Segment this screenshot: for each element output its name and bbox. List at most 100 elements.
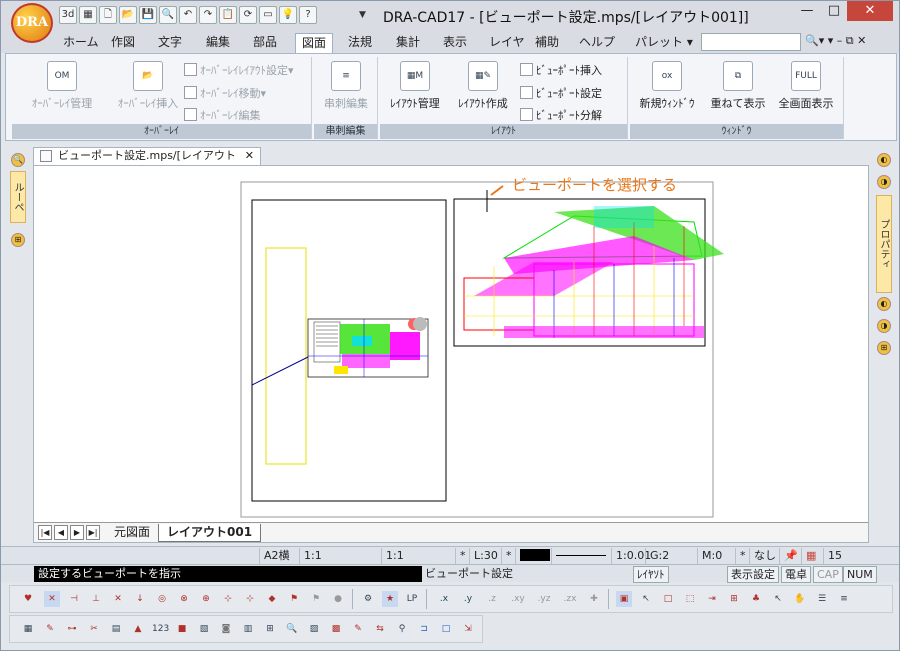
layer-indicator[interactable]: L:30 [469, 548, 501, 564]
snap-center-icon[interactable]: ◎ [154, 591, 170, 607]
viewport-settings-button[interactable]: ﾋﾞｭｰﾎﾟｰﾄ設定 [520, 85, 602, 101]
menu-palette[interactable]: パレット ▾ [629, 33, 699, 53]
group-indicator[interactable]: G:2 [645, 548, 697, 564]
snap-tangent-icon[interactable]: ⊗ [176, 591, 192, 607]
numbering-icon[interactable]: 123 [152, 621, 169, 637]
loupe-icon[interactable]: 🔍 [11, 153, 25, 167]
camera-icon[interactable]: ◙ [218, 621, 234, 637]
trim-icon[interactable]: ✂ [86, 621, 102, 637]
menu-aggregate[interactable]: 集計 [390, 33, 426, 53]
monitor-icon[interactable]: ▭ [259, 6, 277, 24]
paste-icon[interactable]: 📋 [219, 6, 237, 24]
snap-circle-icon[interactable]: ● [330, 591, 346, 607]
menu-lines-icon[interactable]: ≡ [836, 591, 852, 607]
coord-yz-button[interactable]: .yz [532, 591, 556, 607]
app-logo[interactable]: DRA [11, 3, 53, 43]
menu-draw[interactable]: 作図 [105, 33, 141, 53]
coord-zx-button[interactable]: .zx [558, 591, 582, 607]
search-input[interactable] [701, 33, 801, 51]
layer-sort-flag[interactable]: ﾚｲﾔｿﾄ [633, 566, 669, 583]
tab-loupe[interactable]: ルーペ [10, 171, 26, 223]
menu-drawing[interactable]: 図面 [295, 33, 334, 53]
menu-parts[interactable]: 部品 [247, 33, 283, 53]
layer-star[interactable]: * [455, 548, 469, 564]
coord-y-button[interactable]: .y [458, 591, 478, 607]
dotted-select-icon[interactable]: ⬚ [682, 591, 698, 607]
scale-1[interactable]: 1:1 [299, 548, 381, 564]
snap-lp-icon[interactable]: LP [404, 591, 420, 607]
next-sheet-button[interactable]: ▶ [70, 525, 84, 540]
snap-endpoint-icon[interactable]: ✕ [44, 591, 60, 607]
overlay-edit-button[interactable]: ｵｰﾊﾞｰﾚｲ編集 [184, 107, 261, 123]
search-tool-icon[interactable]: 🔍 [284, 621, 300, 637]
table-icon[interactable]: ▥ [240, 621, 256, 637]
fullscreen-button[interactable]: FULL 全画面表示 [772, 61, 840, 111]
box-select-icon[interactable]: □ [660, 591, 676, 607]
tip-icon[interactable]: 💡 [279, 6, 297, 24]
cascade-button[interactable]: ⧉ 重ねて表示 [706, 61, 770, 111]
bracket-icon[interactable]: ⊐ [416, 621, 432, 637]
snap-flag2-icon[interactable]: ⚑ [308, 591, 324, 607]
open-folder-icon[interactable]: 📂 [119, 6, 137, 24]
fence-select-icon[interactable]: ⊞ [726, 591, 742, 607]
pin-icon[interactable]: 📌 [779, 548, 801, 564]
new-window-button[interactable]: ox 新規ｳｨﾝﾄﾞｳ [630, 61, 704, 111]
paper-size[interactable]: A2横 [259, 548, 299, 564]
lines-icon[interactable]: ☰ [814, 591, 830, 607]
transform-icon[interactable]: ⇲ [460, 621, 476, 637]
measure-icon[interactable]: ⊶ [64, 621, 80, 637]
pin-tool-icon[interactable]: ⚲ [394, 621, 410, 637]
tree-icon[interactable]: ♣ [748, 591, 764, 607]
panel-toggle-icon[interactable]: ⊞ [11, 233, 25, 247]
refresh-icon[interactable]: ⟳ [239, 6, 257, 24]
qat-dropdown-icon[interactable]: ▼ [359, 10, 366, 20]
tab-original-drawing[interactable]: 元図面 [106, 524, 158, 542]
display-settings-flag[interactable]: 表示設定 [727, 566, 779, 583]
snap-quadrant-icon[interactable]: ⊕ [198, 591, 214, 607]
arrow-select-icon[interactable]: ↖ [638, 591, 654, 607]
layout-create-button[interactable]: ▦✎ ﾚｲｱｳﾄ作成 [450, 61, 516, 111]
select-icon[interactable]: ▣ [616, 591, 632, 607]
pen-none[interactable]: なし [749, 548, 779, 564]
overlay-insert-button[interactable]: 📂 ｵｰﾊﾞｰﾚｲ挿入 [98, 61, 198, 111]
connect-icon[interactable]: ⇆ [372, 621, 388, 637]
layout-manage-button[interactable]: ▦M ﾚｲｱｳﾄ管理 [382, 61, 448, 111]
layout-canvas[interactable]: ビューポートを選択する [34, 166, 868, 522]
redo-icon[interactable]: ↷ [199, 6, 217, 24]
snap-star-icon[interactable]: ★ [382, 591, 398, 607]
snap-nearest-icon[interactable]: ↓ [132, 591, 148, 607]
sheet-edit-button[interactable]: ≡ 串刺編集 [318, 61, 374, 111]
snap-node-icon[interactable]: ⊹ [242, 591, 258, 607]
snap-settings-icon[interactable]: ⚙ [360, 591, 376, 607]
document-tab[interactable]: ビューポート設定.mps/[レイアウト001] ✕ [33, 147, 261, 178]
snap-intersect-icon[interactable]: ✕ [110, 591, 126, 607]
viewport-insert-button[interactable]: ﾋﾞｭｰﾎﾟｰﾄ挿入 [520, 62, 602, 78]
tab-properties[interactable]: プロパティ [876, 195, 892, 293]
print-preview-icon[interactable]: 🔍 [159, 6, 177, 24]
coord-x-button[interactable]: .x [434, 591, 454, 607]
menu-help[interactable]: ヘルプ [573, 33, 621, 53]
prev-sheet-button[interactable]: ◀ [54, 525, 68, 540]
coord-xy-button[interactable]: .xy [506, 591, 530, 607]
cross-select-icon[interactable]: ⇥ [704, 591, 720, 607]
menu-edit[interactable]: 編集 [200, 33, 236, 53]
snap-flag-icon[interactable]: ⚑ [286, 591, 302, 607]
menu-window-controls[interactable]: 🔍▾ ▾ – ⧉ ✕ [805, 34, 866, 48]
panel-icon-2[interactable]: ◑ [877, 175, 891, 189]
color-swatch[interactable] [515, 548, 551, 564]
menu-layer[interactable]: レイヤ [483, 33, 531, 53]
note-icon[interactable]: ✎ [350, 621, 366, 637]
hatch-icon[interactable]: ▨ [306, 621, 322, 637]
snap-point-icon[interactable]: ⊹ [220, 591, 236, 607]
tab-layout001[interactable]: レイアウト001 [158, 524, 262, 542]
first-sheet-button[interactable]: |◀ [38, 525, 52, 540]
grid-icon[interactable]: ▦ [79, 6, 97, 24]
blocks-icon[interactable]: ▩ [328, 621, 344, 637]
area-icon[interactable]: ▲ [130, 621, 146, 637]
properties-icon[interactable]: ▦ [20, 621, 36, 637]
save-icon[interactable]: 💾 [139, 6, 157, 24]
snap-heart-icon[interactable]: ♥ [20, 591, 36, 607]
calendar-icon[interactable]: ▦ [801, 548, 823, 564]
menu-home[interactable]: ホーム [57, 33, 105, 53]
snap-diamond-icon[interactable]: ◆ [264, 591, 280, 607]
